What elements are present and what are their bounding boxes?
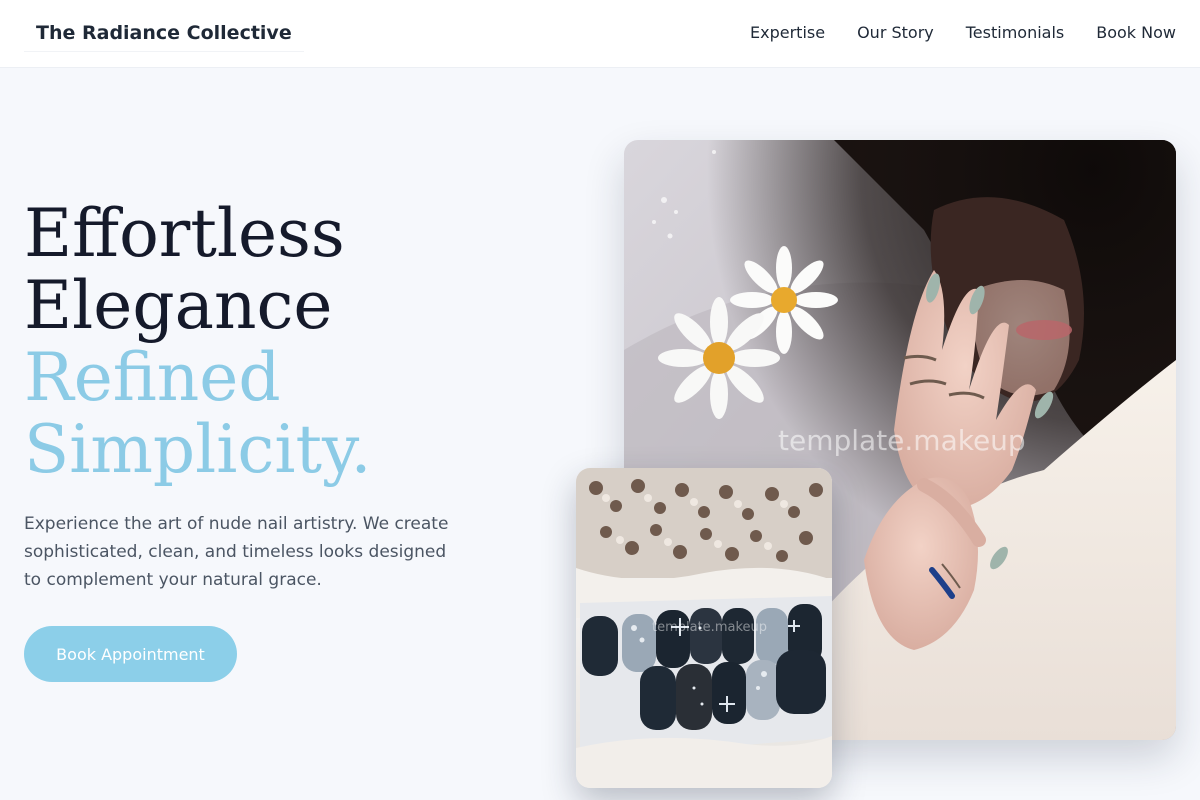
hero-title: Effortless Elegance Refined Simplicity. [24, 198, 524, 486]
dried-flowers [576, 468, 832, 578]
daisy-2 [658, 297, 780, 419]
hero-description: Experience the art of nude nail artistry… [24, 514, 449, 590]
hero-title-line-3: Refined [24, 339, 281, 416]
nav-link-our-story[interactable]: Our Story [857, 22, 934, 44]
nav-link-book-now[interactable]: Book Now [1096, 22, 1176, 44]
site-header: The Radiance Collective Expertise Our St… [0, 0, 1200, 68]
hero-title-line-4: Simplicity. [24, 411, 372, 488]
hero-title-line-1: Effortless [24, 195, 345, 272]
nav-link-expertise[interactable]: Expertise [750, 22, 825, 44]
nav-link-testimonials[interactable]: Testimonials [966, 22, 1065, 44]
brand-logo[interactable]: The Radiance Collective [24, 14, 304, 52]
press-on-nails-image [576, 468, 832, 788]
main-nav: Expertise Our Story Testimonials Book No… [750, 22, 1176, 44]
hero-title-line-2: Elegance [24, 267, 333, 344]
book-appointment-button[interactable]: Book Appointment [24, 626, 237, 682]
hero-photo-nails: template.makeup [576, 468, 832, 788]
